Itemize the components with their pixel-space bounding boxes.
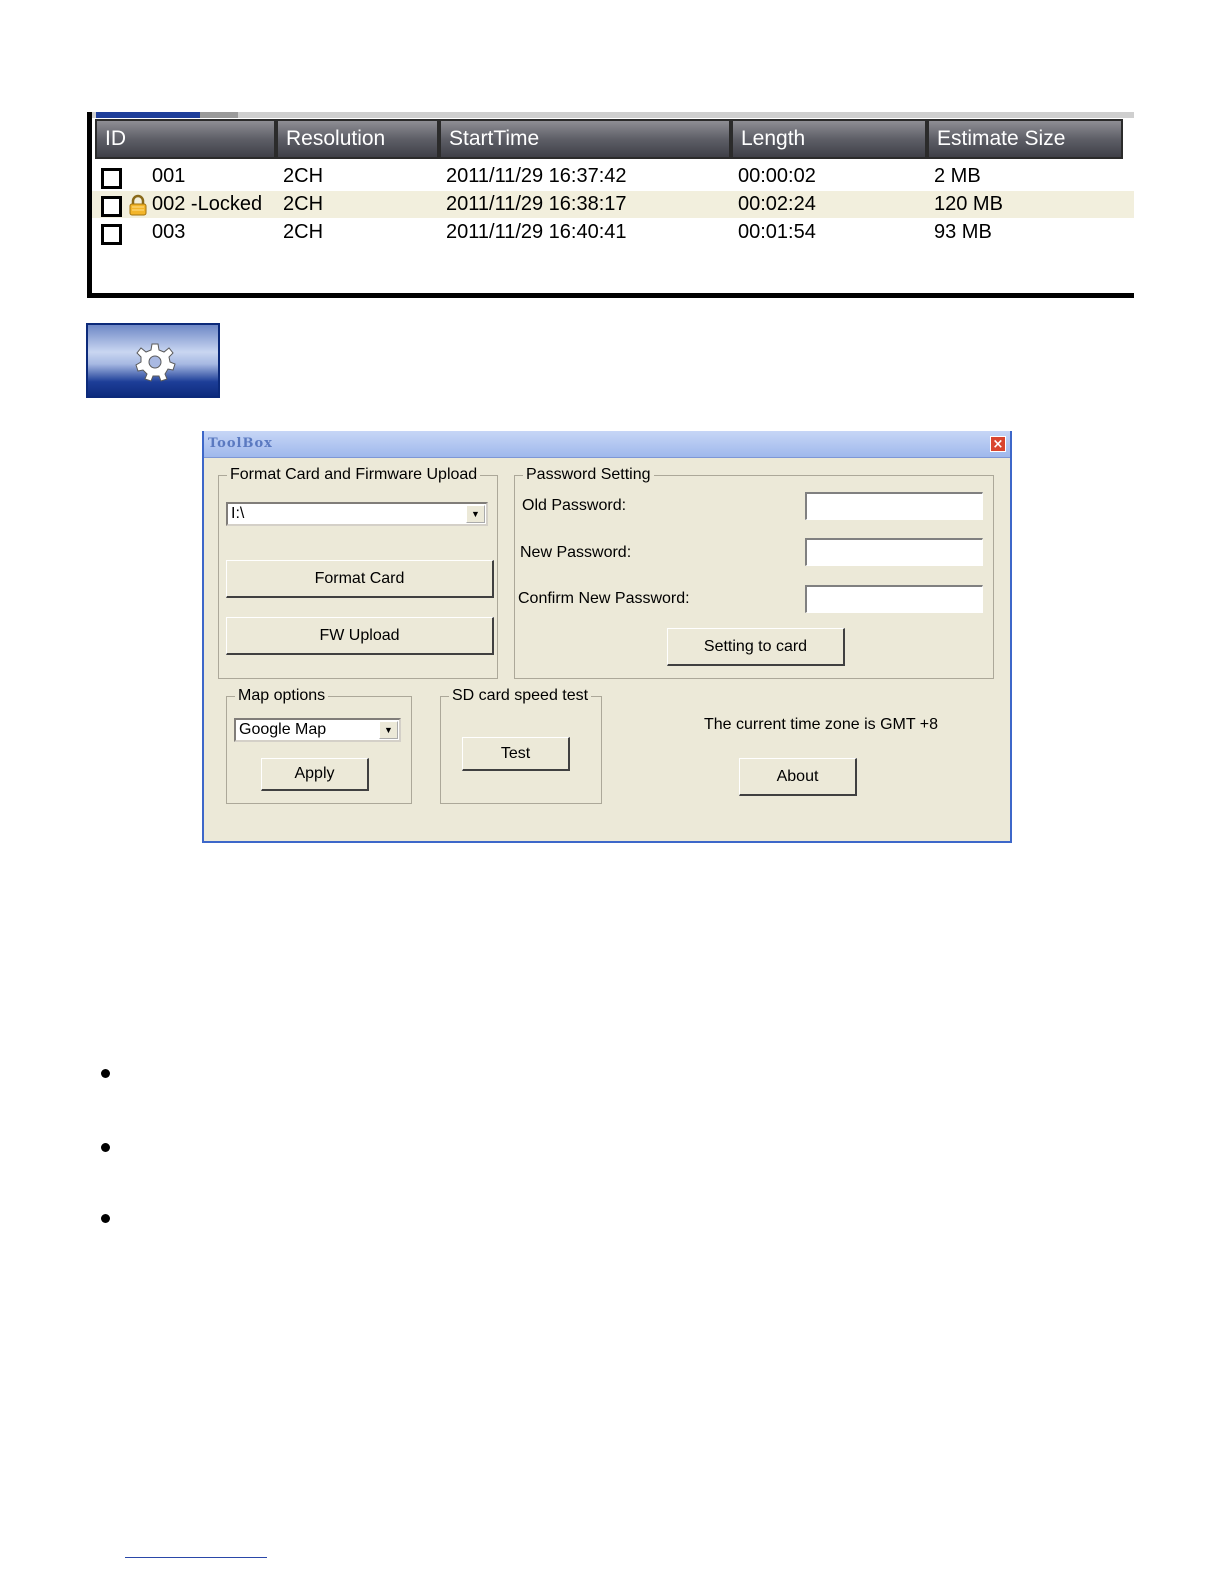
confirm-password-label: Confirm New Password: bbox=[518, 590, 690, 607]
new-password-label: New Password: bbox=[520, 544, 632, 561]
row-start-time: 2011/11/29 16:37:42 bbox=[446, 165, 627, 187]
format-card-button[interactable]: Format Card bbox=[226, 560, 494, 598]
row-size: 120 MB bbox=[934, 193, 1003, 215]
close-icon: × bbox=[992, 437, 1004, 452]
close-button[interactable]: × bbox=[990, 436, 1006, 452]
row-checkbox[interactable] bbox=[101, 168, 122, 189]
row-resolution: 2CH bbox=[283, 193, 324, 215]
row-length: 00:02:24 bbox=[738, 193, 816, 215]
list-tab-strip bbox=[92, 112, 1134, 118]
bullet-marker bbox=[101, 1214, 110, 1223]
column-header-starttime[interactable]: StartTime bbox=[439, 119, 731, 159]
test-button[interactable]: Test bbox=[462, 737, 570, 771]
dialog-title-bar[interactable]: ToolBox × bbox=[204, 431, 1010, 458]
table-row[interactable]: 002 -Locked 2CH 2011/11/29 16:38:17 00:0… bbox=[92, 191, 1134, 218]
table-row[interactable]: 003 2CH 2011/11/29 16:40:41 00:01:54 93 … bbox=[92, 219, 1134, 246]
row-checkbox[interactable] bbox=[101, 224, 122, 245]
recording-list: ID Resolution StartTime Length Estimate … bbox=[87, 112, 1134, 298]
row-id: 002 -Locked bbox=[152, 193, 263, 215]
inactive-tab[interactable] bbox=[200, 112, 238, 118]
password-group-title: Password Setting bbox=[523, 466, 654, 484]
new-password-field[interactable] bbox=[805, 538, 983, 566]
old-password-field[interactable] bbox=[805, 492, 983, 520]
map-select[interactable]: Google Map ▼ bbox=[234, 718, 401, 742]
row-length: 00:01:54 bbox=[738, 221, 816, 243]
toolbox-dialog: ToolBox × Format Card and Firmware Uploa… bbox=[202, 431, 1012, 843]
speed-group-title: SD card speed test bbox=[449, 687, 592, 705]
row-start-time: 2011/11/29 16:40:41 bbox=[446, 221, 627, 243]
bullet-marker bbox=[101, 1143, 110, 1152]
drive-select[interactable]: I:\ ▼ bbox=[226, 502, 488, 526]
timezone-text: The current time zone is GMT +8 bbox=[704, 716, 939, 733]
format-card-group: Format Card and Firmware Upload I:\ ▼ Fo… bbox=[218, 466, 498, 679]
row-resolution: 2CH bbox=[283, 221, 324, 243]
row-id: 003 bbox=[152, 221, 186, 243]
gear-icon bbox=[135, 343, 176, 382]
settings-button[interactable] bbox=[86, 323, 220, 398]
password-setting-group: Password Setting Old Password: New Passw… bbox=[514, 466, 994, 679]
sd-speed-test-group: SD card speed test Test bbox=[440, 687, 602, 804]
column-header-id[interactable]: ID bbox=[95, 119, 276, 159]
format-group-title: Format Card and Firmware Upload bbox=[227, 466, 481, 484]
chevron-down-icon[interactable]: ▼ bbox=[379, 721, 398, 739]
active-tab[interactable] bbox=[96, 112, 200, 118]
row-length: 00:00:02 bbox=[738, 165, 816, 187]
lock-icon bbox=[129, 194, 147, 216]
dialog-title: ToolBox bbox=[208, 436, 273, 451]
table-row[interactable]: 001 2CH 2011/11/29 16:37:42 00:00:02 2 M… bbox=[92, 163, 1134, 190]
row-start-time: 2011/11/29 16:38:17 bbox=[446, 193, 627, 215]
row-size: 93 MB bbox=[934, 221, 992, 243]
column-header-length[interactable]: Length bbox=[731, 119, 927, 159]
drive-value: I:\ bbox=[231, 505, 245, 522]
row-resolution: 2CH bbox=[283, 165, 324, 187]
map-value: Google Map bbox=[239, 721, 327, 738]
apply-button[interactable]: Apply bbox=[261, 758, 369, 791]
row-id: 001 bbox=[152, 165, 186, 187]
list-header: ID Resolution StartTime Length Estimate … bbox=[92, 119, 1134, 159]
bullet-marker bbox=[101, 1069, 110, 1078]
map-options-group: Map options Google Map ▼ Apply bbox=[226, 687, 412, 804]
confirm-password-field[interactable] bbox=[805, 585, 983, 613]
row-checkbox[interactable] bbox=[101, 196, 122, 217]
column-header-resolution[interactable]: Resolution bbox=[276, 119, 439, 159]
column-header-estimate-size[interactable]: Estimate Size bbox=[927, 119, 1123, 159]
old-password-label: Old Password: bbox=[522, 497, 627, 514]
map-group-title: Map options bbox=[235, 687, 329, 705]
row-size: 2 MB bbox=[934, 165, 981, 187]
about-button[interactable]: About bbox=[739, 758, 857, 796]
chevron-down-icon[interactable]: ▼ bbox=[466, 505, 485, 523]
fw-upload-button[interactable]: FW Upload bbox=[226, 617, 494, 655]
setting-to-card-button[interactable]: Setting to card bbox=[667, 628, 845, 666]
footer-divider bbox=[125, 1557, 267, 1558]
